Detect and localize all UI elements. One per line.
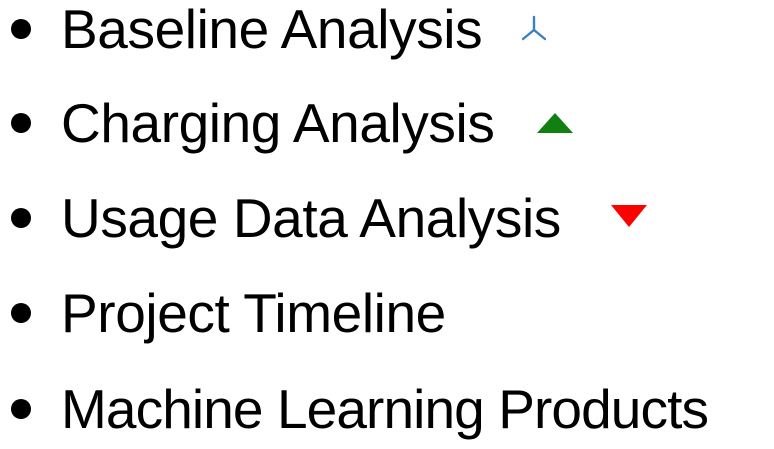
list-item-label: Charging Analysis (61, 92, 495, 154)
list-item-label: Machine Learning Products (61, 378, 709, 440)
bullet-dot-icon (11, 208, 31, 228)
list-item-label: Usage Data Analysis (61, 187, 561, 249)
triangle-down-icon (611, 205, 647, 227)
bullet-dot-icon (11, 399, 31, 419)
list-item-label: Baseline Analysis (61, 0, 483, 60)
bullet-list: Baseline Analysis Charging Analysis Usag… (0, 0, 774, 444)
bullet-dot-icon (11, 113, 31, 133)
list-item-label: Project Timeline (61, 282, 446, 344)
list-item-machine-learning-products: Machine Learning Products (0, 369, 774, 449)
list-item-baseline-analysis: Baseline Analysis (0, 0, 774, 69)
triangle-up-icon (537, 113, 573, 133)
bullet-dot-icon (11, 19, 31, 39)
bullet-dot-icon (11, 303, 31, 323)
list-item-usage-data-analysis: Usage Data Analysis (0, 178, 774, 258)
tri-down-marker-icon (521, 15, 547, 41)
list-item-project-timeline: Project Timeline (0, 273, 774, 353)
list-item-charging-analysis: Charging Analysis (0, 83, 774, 163)
